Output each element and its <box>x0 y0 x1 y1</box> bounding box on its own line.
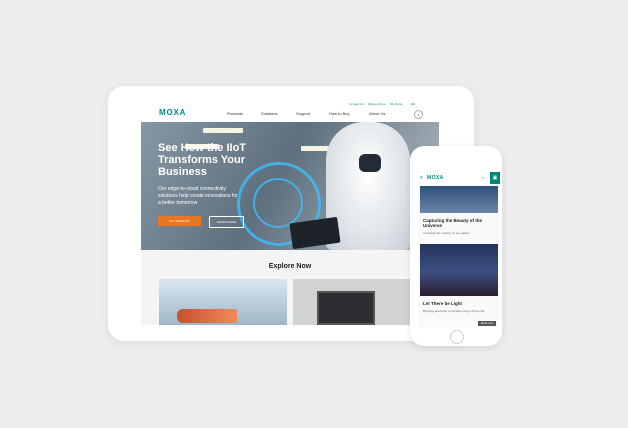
ceiling-light <box>301 146 329 151</box>
hero-subtitle: Our edge-to-cloud connectivity solutions… <box>158 186 238 206</box>
menu-about-us[interactable]: About Us <box>369 111 385 116</box>
search-icon[interactable]: ⌕ <box>482 175 484 180</box>
article-title[interactable]: Let There be Light <box>423 301 493 306</box>
article-description: Unveiling the mystery of our galaxy <box>423 231 470 235</box>
cart-icon[interactable]: ▣ <box>490 172 500 184</box>
menu-products[interactable]: Products <box>227 111 243 116</box>
menu-solutions[interactable]: Solutions <box>261 111 277 116</box>
iot-ring-graphic <box>253 178 303 228</box>
moxa-logo[interactable]: MOXA <box>159 108 186 117</box>
monitor-image <box>317 291 375 325</box>
top-navigation: MOXA Contact Us Partner Zone My Moxa EN … <box>141 100 439 122</box>
hero-title: See How the IIoT Transforms Your Business <box>158 142 298 178</box>
hero-title-line3: Business <box>158 166 207 178</box>
article-image-telescope[interactable] <box>420 186 498 213</box>
hero-banner: See How the IIoT Transforms Your Business … <box>141 122 439 250</box>
article-description: Bringing electricity to families living … <box>423 309 485 313</box>
learn-more-button[interactable]: LEARN MORE <box>209 216 244 228</box>
utility-link-language[interactable]: EN <box>411 102 415 106</box>
utility-link-partner[interactable]: Partner Zone <box>368 102 386 106</box>
worker-visor <box>359 154 381 172</box>
explore-heading: Explore Now <box>268 263 312 270</box>
hero-title-highlight: IIoT <box>226 142 247 154</box>
search-icon[interactable]: ⌕ <box>414 110 423 119</box>
phone-navigation: ≡ MOXA ⌕ ▣ <box>418 170 500 185</box>
explore-card-train[interactable] <box>159 279 287 325</box>
menu-how-to-buy[interactable]: How to Buy <box>329 111 349 116</box>
phone-screen: ≡ MOXA ⌕ ▣ Capturing the Beauty of the U… <box>418 170 500 327</box>
moxa-logo-mobile[interactable]: MOXA <box>427 175 444 181</box>
article-image-night-light[interactable] <box>420 244 498 296</box>
tablet-screen: MOXA Contact Us Partner Zone My Moxa EN … <box>141 100 439 325</box>
menu-support[interactable]: Support <box>296 111 310 116</box>
explore-card-monitor[interactable] <box>293 279 421 325</box>
phone-home-button[interactable] <box>450 330 464 344</box>
ceiling-light <box>203 128 243 133</box>
read-more-tag[interactable]: Read more <box>478 321 496 326</box>
train-image <box>177 309 237 323</box>
utility-link-contact[interactable]: Contact Us <box>349 102 364 106</box>
iiot-insights-button[interactable]: IIoT INSIGHTS <box>158 216 201 226</box>
article-title[interactable]: Capturing the Beauty of the Universe <box>423 218 493 228</box>
utility-link-my-moxa[interactable]: My Moxa <box>390 102 402 106</box>
hero-title-prefix: See How the <box>158 142 227 154</box>
hero-title-line2: Transforms Your <box>158 154 246 166</box>
hamburger-menu-icon[interactable]: ≡ <box>420 175 423 181</box>
